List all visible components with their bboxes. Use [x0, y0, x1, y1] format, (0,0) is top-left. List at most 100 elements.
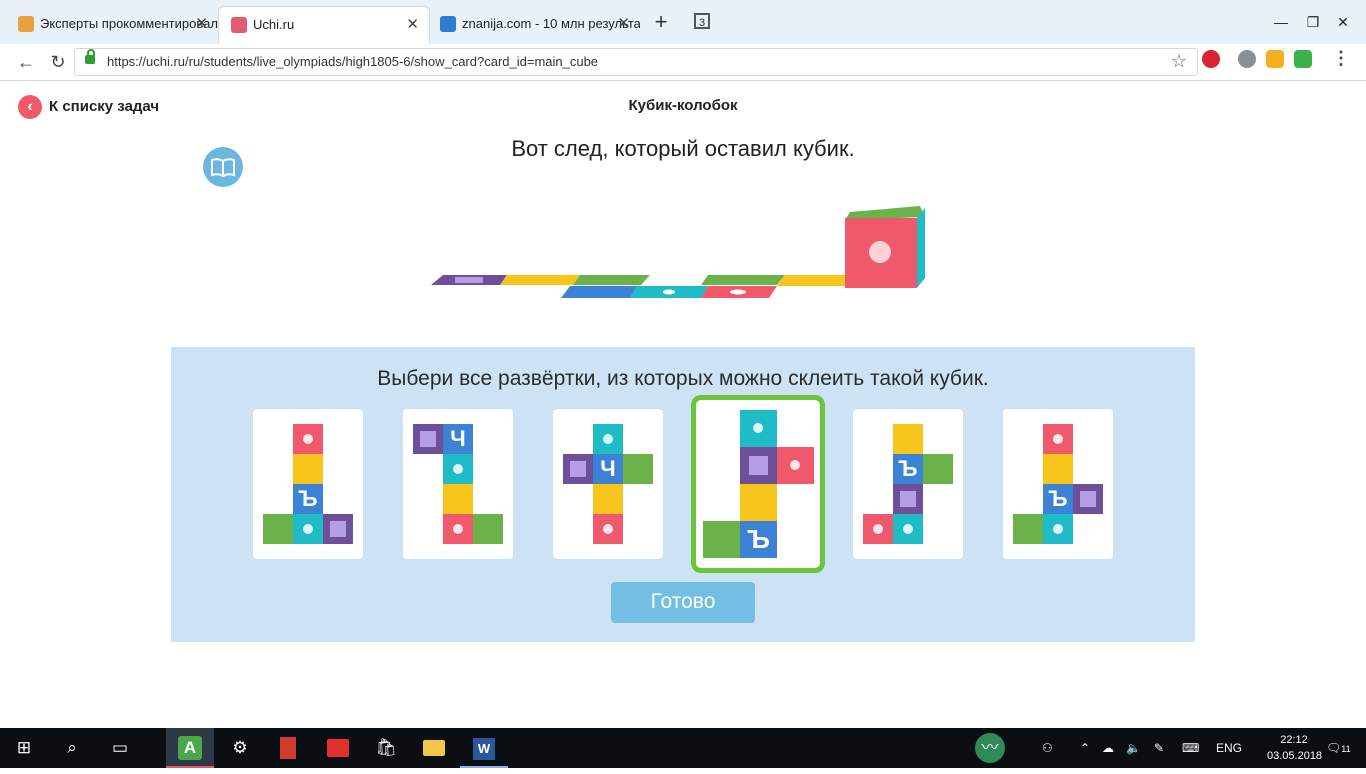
search-icon[interactable]: ⌕	[48, 728, 96, 768]
extension-mail-icon[interactable]	[1238, 50, 1256, 68]
net-face-yellow	[443, 484, 473, 514]
bookmark-star-icon[interactable]: ☆	[1171, 51, 1187, 72]
tab-experts[interactable]: Эксперты прокомментировали ✕	[6, 6, 218, 44]
settings-gear-icon[interactable]: ⚙	[216, 728, 264, 768]
close-tab-icon[interactable]: ✕	[617, 6, 630, 42]
net-face-yellow	[1043, 454, 1073, 484]
browser-app-icon[interactable]: A	[166, 728, 214, 768]
net-face-yellow	[293, 454, 323, 484]
new-tab-button[interactable]: +	[648, 10, 674, 36]
net-face-teal	[293, 514, 323, 544]
cube-top-face	[845, 206, 925, 220]
net-face-blue: Ъ	[1043, 484, 1073, 514]
question-text: Выбери все развёртки, из которых можно с…	[377, 367, 989, 390]
ready-button[interactable]: Готово	[611, 582, 755, 623]
keyboard-icon[interactable]: ⌨	[1182, 728, 1199, 768]
language-indicator[interactable]: ENG	[1216, 728, 1242, 768]
trail-face-green-2	[701, 275, 785, 285]
extension-list-icon[interactable]	[1294, 50, 1312, 68]
tab-favicon	[18, 16, 34, 32]
net-face-purple	[413, 424, 443, 454]
tab-znanija[interactable]: znanija.com - 10 млн результат ✕	[428, 6, 640, 44]
page-title: Кубик-колобок	[628, 97, 738, 114]
activity-monitor-icon[interactable]: 〰	[966, 728, 1014, 768]
net-face-green	[923, 454, 953, 484]
net-option-2[interactable]: Ч	[403, 409, 513, 559]
reader-app-icon[interactable]	[314, 728, 362, 768]
net-face-pink	[443, 514, 473, 544]
net-face-blue: Ч	[593, 454, 623, 484]
trail-face-yellow-2	[777, 275, 850, 286]
file-explorer-icon[interactable]	[410, 728, 458, 768]
clock-date: 03.05.2018	[1267, 750, 1323, 762]
net-face-pink	[593, 514, 623, 544]
windows-start-icon[interactable]: ⊞	[0, 728, 48, 768]
net-option-1[interactable]: Ъ	[253, 409, 363, 559]
notification-count: 11	[1341, 744, 1351, 754]
trail-face-yellow	[500, 275, 580, 285]
windows-taskbar: ⊞ ⌕ ▭ A ⚙ 🛍 W 〰 ⚇ ⌃ ☁ 🔈 ✎ ⌨ ENG 22:12 03…	[0, 728, 1366, 768]
net-face-yellow	[893, 424, 923, 454]
restore-icon[interactable]: ❐	[1298, 10, 1328, 34]
tab-label: Uchi.ru	[253, 17, 295, 32]
net-face-pink	[863, 514, 893, 544]
lock-icon	[85, 49, 95, 64]
net-face-purple	[563, 454, 593, 484]
tab-count-button[interactable]: 3	[694, 13, 710, 29]
trail-square-mark	[455, 277, 483, 283]
net-face-purple	[323, 514, 353, 544]
reload-icon[interactable]: ↻	[46, 50, 70, 74]
net-face-green	[623, 454, 653, 484]
trail-face-green	[573, 275, 650, 285]
net-face-purple	[740, 447, 777, 484]
net-face-blue: Ъ	[893, 454, 923, 484]
net-face-purple	[1073, 484, 1103, 514]
address-bar-row: ← ↻ https://uchi.ru/ru/students/live_oly…	[0, 44, 1366, 81]
net-face-blue: Ъ	[293, 484, 323, 514]
net-face-green	[263, 514, 293, 544]
close-tab-icon[interactable]: ✕	[406, 7, 419, 43]
net-option-3[interactable]: Ч	[553, 409, 663, 559]
net-face-pink	[1043, 424, 1073, 454]
app-bookmark-icon[interactable]	[264, 728, 312, 768]
tab-favicon	[440, 16, 456, 32]
people-icon[interactable]: ⚇	[1042, 728, 1053, 768]
back-arrow-icon[interactable]: ←	[14, 50, 38, 74]
extension-rose-icon[interactable]	[1202, 50, 1220, 68]
net-face-teal	[593, 424, 623, 454]
network-icon[interactable]: ☁	[1102, 728, 1114, 768]
word-app-icon[interactable]: W	[460, 728, 508, 768]
task-prompt: Вот след, который оставил кубик.	[511, 136, 855, 161]
close-window-icon[interactable]: ✕	[1328, 10, 1358, 34]
net-option-5[interactable]: Ъ	[853, 409, 963, 559]
net-face-pink	[293, 424, 323, 454]
answer-panel: Выбери все развёртки, из которых можно с…	[171, 347, 1195, 642]
store-icon[interactable]: 🛍	[362, 728, 410, 768]
trail-dot-mark-2	[730, 289, 746, 295]
net-face-green	[703, 521, 740, 558]
net-face-green	[473, 514, 503, 544]
tab-uchi[interactable]: Uchi.ru ✕	[218, 6, 430, 44]
net-option-6[interactable]: Ъ	[1003, 409, 1113, 559]
minimize-icon[interactable]: —	[1266, 10, 1296, 34]
extension-chat-icon[interactable]	[1266, 50, 1284, 68]
url-field[interactable]: https://uchi.ru/ru/students/live_olympia…	[74, 48, 1198, 76]
cube-front-dot	[869, 241, 891, 263]
close-tab-icon[interactable]: ✕	[195, 6, 208, 42]
clock-time: 22:12	[1280, 734, 1308, 746]
volume-icon[interactable]: 🔈	[1126, 728, 1141, 768]
trail-dot-mark	[663, 289, 675, 295]
net-face-yellow	[740, 484, 777, 521]
task-view-icon[interactable]: ▭	[96, 728, 144, 768]
chevron-up-icon[interactable]: ⌃	[1080, 728, 1090, 768]
notifications-icon[interactable]: 🗨11	[1326, 728, 1351, 768]
net-face-pink	[777, 447, 814, 484]
cube-side-face	[917, 208, 925, 288]
browser-menu-icon[interactable]: ⋮	[1332, 46, 1350, 70]
pen-icon[interactable]: ✎	[1154, 728, 1164, 768]
net-face-green	[1013, 514, 1043, 544]
net-face-blue: Ч	[443, 424, 473, 454]
clock[interactable]: 22:12 03.05.2018	[1267, 732, 1323, 764]
net-option-4-selected[interactable]: Ъ	[691, 395, 825, 573]
url-text: https://uchi.ru/ru/students/live_olympia…	[107, 54, 599, 69]
